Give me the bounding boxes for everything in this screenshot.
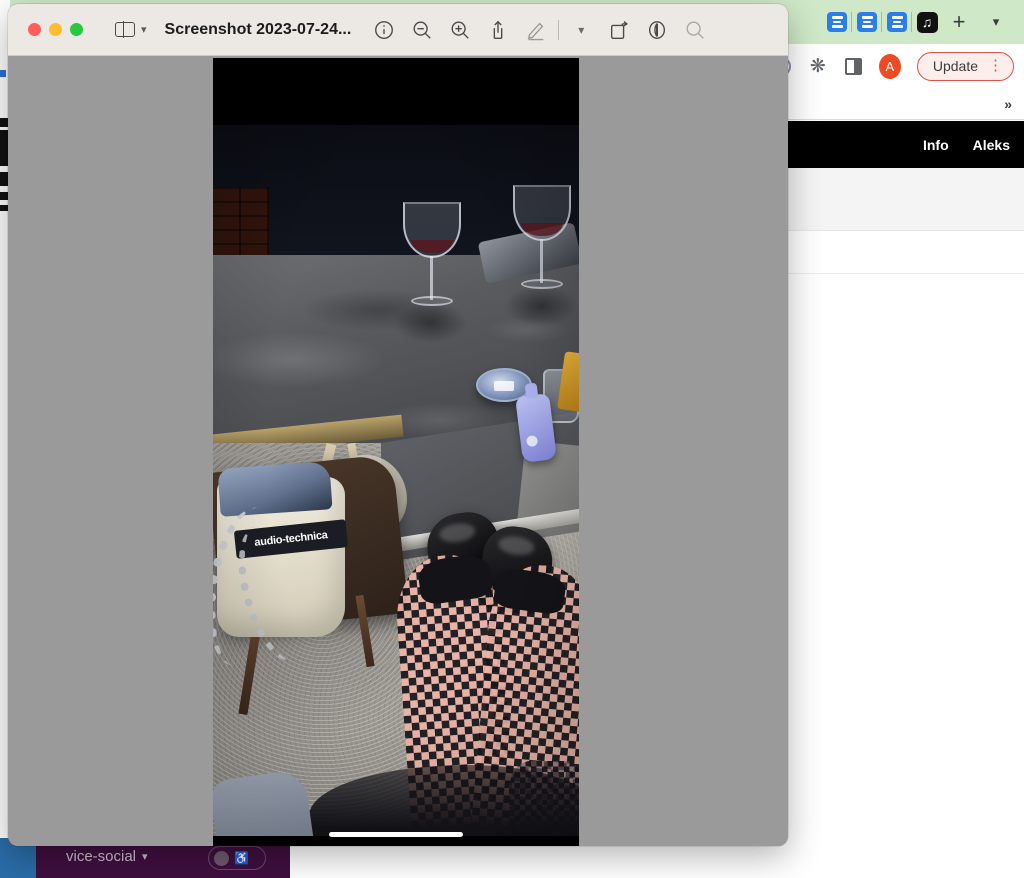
nav-item-info[interactable]: Info [923, 137, 949, 153]
sliver-mark [0, 172, 8, 186]
browser-tab[interactable] [822, 0, 852, 44]
chevron-down-icon[interactable]: ▾ [976, 0, 1016, 44]
nav-item-aleks[interactable]: Aleks [973, 137, 1010, 153]
document-tab-icon [827, 12, 847, 32]
puzzle-icon[interactable]: ❋ [807, 55, 829, 77]
update-label: Update [932, 58, 978, 74]
annotate-icon[interactable] [638, 13, 676, 47]
workspace-switcher[interactable]: vice-social ▾ [66, 848, 148, 865]
toolbar-divider [558, 19, 560, 40]
browser-tab-tiktok[interactable]: ♫ [911, 0, 942, 44]
preview-window: ▾ Screenshot 2023-07-24... ▾ audio-techn… [8, 4, 788, 846]
browser-tab[interactable] [881, 0, 912, 44]
preview-titlebar: ▾ Screenshot 2023-07-24... ▾ [8, 4, 788, 56]
sliver-mark [0, 118, 8, 127]
sidebar-toggle-icon [115, 21, 135, 38]
share-icon[interactable] [479, 13, 517, 47]
document-tab-icon [857, 12, 877, 32]
headphones-icon: ♿ [234, 851, 249, 865]
side-panel-icon[interactable] [843, 55, 865, 77]
minimize-button[interactable] [49, 23, 62, 36]
document-tab-icon [887, 12, 907, 32]
huddle-control[interactable]: ♿ [208, 846, 266, 870]
close-button[interactable] [28, 23, 41, 36]
bookmarks-overflow-button[interactable]: » [1004, 96, 1012, 112]
sliver-mark [0, 130, 8, 166]
maximize-button[interactable] [70, 23, 83, 36]
markup-chevron-icon[interactable]: ▾ [562, 13, 600, 47]
chevron-down-icon[interactable]: ▾ [141, 23, 147, 36]
chevron-down-icon: ▾ [142, 851, 148, 863]
markup-icon[interactable] [517, 13, 555, 47]
photo-image: audio-technica [213, 125, 579, 836]
home-indicator [329, 832, 463, 837]
avatar[interactable]: A [878, 53, 901, 79]
page-title: Screenshot 2023-07-24... [164, 20, 352, 38]
sliver-mark [0, 192, 8, 200]
search-icon[interactable] [676, 13, 714, 47]
preview-canvas[interactable]: audio-technica [8, 56, 788, 846]
kebab-menu-icon[interactable]: ⋮ [988, 58, 1003, 73]
profile-initial: A [878, 53, 901, 79]
browser-tab[interactable] [851, 0, 882, 44]
sliver-mark [0, 205, 8, 211]
workspace-name: vice-social [66, 848, 137, 865]
screenshot-photo[interactable]: audio-technica [213, 58, 579, 846]
zoom-out-icon[interactable] [403, 13, 441, 47]
update-button[interactable]: Update ⋮ [916, 51, 1014, 81]
new-tab-button[interactable]: + [942, 0, 976, 44]
info-icon[interactable] [365, 13, 403, 47]
sidebar-toggle-button[interactable]: ▾ [115, 21, 147, 38]
preview-toolbar: ▾ [365, 13, 714, 47]
tiktok-tab-icon: ♫ [916, 11, 938, 33]
zoom-in-icon[interactable] [441, 13, 479, 47]
screen: ♫ + ▾ G ❋ A Update ⋮ [0, 0, 1024, 878]
avatar [214, 850, 229, 866]
rotate-icon[interactable] [600, 13, 638, 47]
window-controls [8, 23, 83, 36]
sliver-accent [0, 70, 6, 77]
photo-garment [217, 461, 333, 517]
